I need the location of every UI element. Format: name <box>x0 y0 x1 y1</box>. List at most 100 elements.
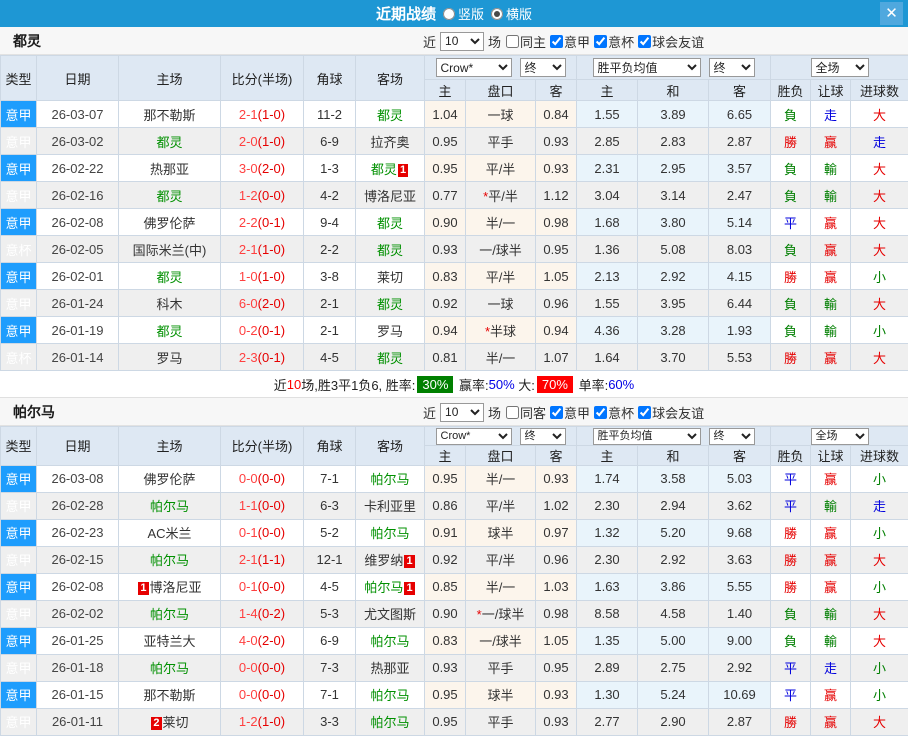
away-team: 拉齐奥 <box>355 127 425 155</box>
radio-horizontal-layout[interactable] <box>491 7 503 20</box>
corners: 5-2 <box>303 518 356 547</box>
half-time-score: (1-1) <box>257 552 286 567</box>
result-goals: 小 <box>850 518 908 547</box>
handicap-home-odds: 0.95 <box>424 464 466 493</box>
filter-serie-a[interactable]: 意甲 <box>548 403 590 422</box>
half-time-score: (0-0) <box>257 660 286 675</box>
close-icon[interactable]: ✕ <box>880 2 903 25</box>
match-score: 2-3(0-1) <box>220 343 304 371</box>
checkbox-serie-a[interactable] <box>550 34 564 48</box>
result-goals: 小 <box>850 464 908 493</box>
handicap-away-odds: 0.93 <box>534 127 578 155</box>
league-badge: 意甲 <box>0 154 37 182</box>
avg-draw-odds: 2.92 <box>637 262 710 290</box>
result-goals: 大 <box>850 289 908 317</box>
avg-home-odds: 2.89 <box>576 653 639 682</box>
handicap-home-odds: 0.83 <box>424 626 466 655</box>
checkbox-club-friendly[interactable] <box>638 405 652 419</box>
result-wdl: 平 <box>770 680 812 709</box>
away-team: 帕尔马 <box>355 626 425 655</box>
filter-serie-a[interactable]: 意甲 <box>548 32 590 51</box>
result-handicap: 赢 <box>810 518 852 547</box>
avg-type-select[interactable]: 胜平负均值 <box>592 58 701 77</box>
handicap-line: *半球 <box>465 316 536 344</box>
final-odds-select[interactable]: 终 <box>519 58 566 77</box>
checkbox-coppa-italia[interactable] <box>594 405 608 419</box>
radio-vertical-layout[interactable] <box>442 7 455 20</box>
away-team-name: 莱切 <box>376 269 403 285</box>
match-score: 6-0(2-0) <box>220 289 304 317</box>
home-team-name: AC米兰 <box>147 526 192 541</box>
match-score: 0-2(0-1) <box>220 316 304 344</box>
checkbox-club-friendly[interactable] <box>638 34 652 48</box>
summary-single-label: 单率: <box>574 377 609 393</box>
avg-away-odds: 1.40 <box>708 599 772 628</box>
corners: 9-4 <box>303 208 356 236</box>
handicap-line: 平手 <box>465 127 536 155</box>
match-score: 0-1(0-0) <box>220 518 304 547</box>
away-team-name: 都灵 <box>376 350 403 366</box>
avg-draw-odds: 3.80 <box>637 208 710 236</box>
home-team: 佛罗伦萨 <box>118 464 221 493</box>
home-team-name: 都灵 <box>156 269 183 285</box>
final-avg-select[interactable]: 终 <box>708 58 755 77</box>
full-time-score: 4-0 <box>238 633 258 648</box>
match-count-select[interactable]: 10 <box>440 31 485 51</box>
match-date: 26-01-24 <box>36 289 119 317</box>
bookmaker-select[interactable]: Crow* <box>435 58 512 77</box>
match-count-select[interactable]: 10 <box>440 402 485 422</box>
result-wdl: 平 <box>770 653 812 682</box>
col-header-avg-home: 主 <box>576 444 639 466</box>
filter-coppa-italia[interactable]: 意杯 <box>592 403 634 422</box>
checkbox-same-away[interactable] <box>506 405 520 419</box>
filter-coppa-italia[interactable]: 意杯 <box>592 32 634 51</box>
handicap-away-odds: 1.03 <box>534 572 578 601</box>
checkbox-same-home[interactable] <box>506 34 520 48</box>
match-row: 意甲 26-01-11 2 莱切 1-2(1-0) 3-3 帕尔马 0.95 平手 0.93 2.7… <box>0 707 908 736</box>
checkbox-serie-a[interactable] <box>550 405 564 419</box>
home-team: 都灵 <box>118 316 221 344</box>
handicap-away-odds: 0.96 <box>534 545 578 574</box>
half-time-score: (0-0) <box>257 525 286 540</box>
away-team: 帕尔马 1 <box>355 572 425 601</box>
checkbox-coppa-italia[interactable] <box>594 34 608 48</box>
handicap-away-odds: 0.98 <box>534 208 578 236</box>
match-date: 26-02-08 <box>36 208 119 236</box>
summary-big-label: 大: <box>514 377 535 393</box>
home-team-name: 莱切 <box>162 715 189 730</box>
match-date: 26-01-18 <box>36 653 119 682</box>
filter-same-home[interactable]: 同主 <box>504 32 546 51</box>
home-team-name: 帕尔马 <box>149 553 189 568</box>
result-handicap: 輸 <box>810 289 852 317</box>
summary-bar: 近 10 场,胜3平1负6, 胜率: 30% 赢率: 50% 大: 70% 单率: 60% <box>0 371 908 398</box>
half-time-score: (0-1) <box>257 214 286 230</box>
result-wdl: 負 <box>770 100 812 128</box>
handicap-away-odds: 0.94 <box>534 316 578 344</box>
half-time-score: (0-0) <box>257 187 286 203</box>
away-team-name: 帕尔马 <box>370 715 410 730</box>
away-team: 都灵 <box>355 343 425 371</box>
scope-select[interactable]: 全场 <box>810 427 869 445</box>
corners: 6-9 <box>303 626 356 655</box>
avg-type-select[interactable]: 胜平负均值 <box>592 427 701 445</box>
match-score: 0-1(0-0) <box>220 572 304 601</box>
avg-away-odds: 8.03 <box>708 235 772 263</box>
match-date: 26-03-07 <box>36 100 119 128</box>
result-wdl: 勝 <box>770 262 812 290</box>
match-row: 意甲 26-02-02 帕尔马 1-4(0-2) 5-3 尤文图斯 0.90 *一/球半 0.9… <box>0 599 908 628</box>
filter-club-friendly[interactable]: 球会友谊 <box>636 32 704 51</box>
filter-bar: 近 10 场同主 意甲 意杯 球会友谊 <box>420 27 706 55</box>
final-odds-select[interactable]: 终 <box>519 427 566 445</box>
col-header-goals: 进球数 <box>850 444 908 466</box>
final-avg-select[interactable]: 终 <box>708 427 755 445</box>
team-section-parma: 帕尔马 近 10 场同客 意甲 意杯 球会友谊 类型 日期 主场 比分(半场) 角球 客场… <box>0 398 908 736</box>
handicap-line: 平手 <box>465 707 536 736</box>
half-time-score: (0-1) <box>257 349 286 365</box>
filter-same-away[interactable]: 同客 <box>504 403 546 422</box>
filter-club-friendly[interactable]: 球会友谊 <box>636 403 704 422</box>
away-team-name: 帕尔马 <box>370 688 410 703</box>
away-team-name: 都灵 <box>376 215 403 231</box>
scope-select[interactable]: 全场 <box>810 58 869 77</box>
summary-count: 10 <box>286 376 302 392</box>
bookmaker-select[interactable]: Crow* <box>435 427 512 445</box>
